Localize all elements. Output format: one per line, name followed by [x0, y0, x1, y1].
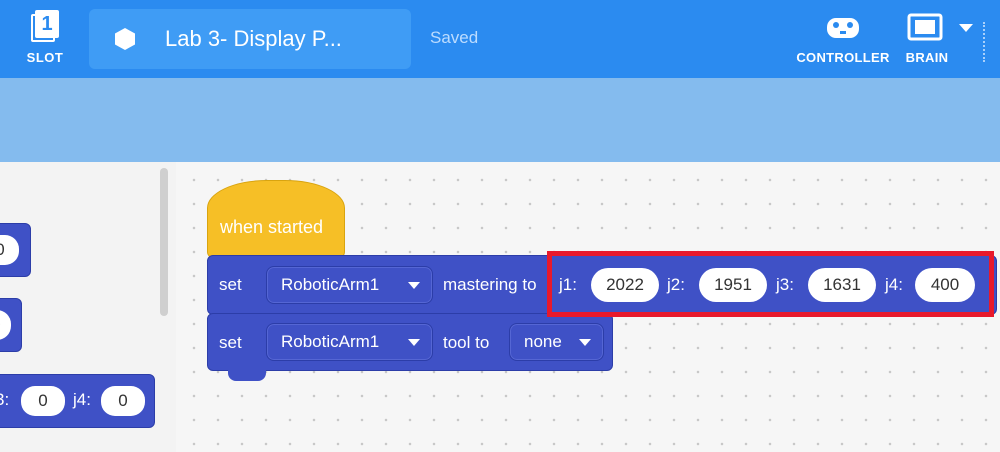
toolbar-divider [983, 22, 985, 62]
brain-button[interactable]: BRAIN [902, 12, 978, 72]
brain-icon [907, 13, 943, 41]
tool-value: none [524, 332, 562, 351]
set-label: set [219, 275, 242, 294]
block-bottom-notch [228, 369, 266, 381]
project-title: Lab 3- Display P... [165, 26, 342, 51]
mastering-label: mastering to [443, 275, 537, 294]
device-name: RoboticArm1 [281, 332, 380, 351]
toolbox-joint-label: 3: [0, 390, 10, 409]
when-started-label: when started [220, 217, 324, 237]
controller-label: CONTROLLER [796, 50, 890, 65]
set-label: set [219, 333, 242, 352]
chevron-down-icon [579, 339, 591, 346]
toolbox-block-fragment[interactable]: 0 [0, 298, 22, 352]
toolbox-joint-label: j4: [73, 390, 91, 409]
slot-icon: 1 [31, 10, 59, 42]
slot-number: 1 [35, 10, 59, 38]
tool-dropdown[interactable]: none [509, 323, 604, 361]
chevron-down-icon[interactable] [958, 22, 974, 34]
hexagon-icon [115, 28, 135, 50]
controller-button[interactable]: CONTROLLER [796, 12, 890, 72]
project-name-button[interactable]: Lab 3- Display P... [89, 9, 411, 69]
device-name: RoboticArm1 [281, 275, 380, 294]
slot-button[interactable]: 1 SLOT [20, 10, 70, 70]
chevron-down-icon [408, 282, 420, 289]
highlight-box [547, 251, 994, 317]
slot-label: SLOT [26, 50, 64, 65]
device-dropdown[interactable]: RoboticArm1 [266, 266, 433, 304]
toolbox-block-fragment[interactable]: 0 [0, 223, 31, 277]
device-dropdown[interactable]: RoboticArm1 [266, 323, 433, 361]
when-started-block[interactable]: when started [207, 180, 345, 258]
brain-label: BRAIN [905, 50, 949, 65]
top-bar: 1 SLOT Lab 3- Display P... Saved CONTROL… [0, 0, 1000, 78]
toolbox-value-pill[interactable]: 0 [0, 310, 11, 340]
controller-icon [827, 18, 859, 38]
toolbox-value-pill[interactable]: 0 [0, 235, 19, 265]
toolbox-value-pill[interactable]: 0 [101, 386, 145, 416]
toolbox-value-pill[interactable]: 0 [21, 386, 65, 416]
save-status: Saved [430, 28, 479, 47]
toolbox-scrollbar[interactable] [160, 168, 168, 316]
sub-toolbar [0, 78, 1000, 162]
block-toolbox: 0 0 3: 0 j4: 0 [0, 162, 176, 452]
set-tool-block[interactable]: set RoboticArm1 tool to none [207, 313, 613, 371]
chevron-down-icon [408, 339, 420, 346]
toolbox-block-fragment[interactable]: 3: 0 j4: 0 [0, 374, 155, 428]
tool-label: tool to [443, 333, 490, 352]
